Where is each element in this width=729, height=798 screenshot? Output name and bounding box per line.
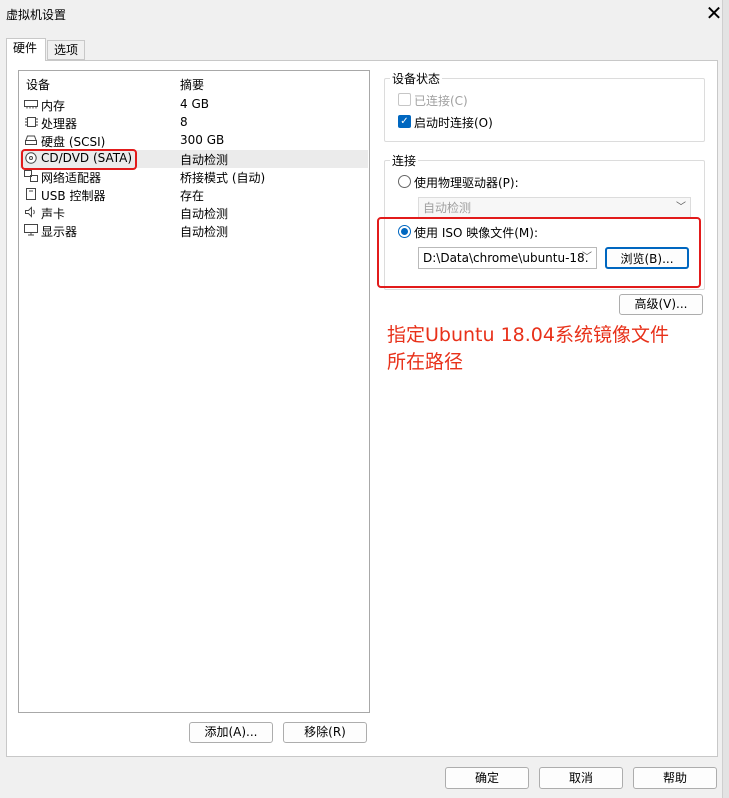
device-summary: 自动检测 bbox=[180, 225, 229, 239]
cd-dvd-icon bbox=[25, 152, 37, 164]
usb-icon bbox=[26, 188, 36, 200]
device-summary: 存在 bbox=[180, 189, 205, 203]
connected-checkbox[interactable] bbox=[398, 93, 411, 106]
ok-button[interactable]: 确定 bbox=[445, 767, 529, 789]
device-status-label: 设备状态 bbox=[390, 70, 443, 87]
device-row-cd-dvd[interactable]: CD/DVD (SATA) 自动检测 bbox=[20, 150, 368, 168]
iso-highlight-box bbox=[377, 217, 701, 288]
annotation-line-2: 所在路径 bbox=[387, 351, 464, 373]
device-summary: 自动检测 bbox=[180, 153, 229, 167]
column-summary[interactable]: 摘要 bbox=[180, 76, 204, 93]
device-summary: 自动检测 bbox=[180, 207, 229, 221]
connect-on-startup-label: 启动时连接(O) bbox=[414, 116, 493, 130]
cancel-button[interactable]: 取消 bbox=[539, 767, 623, 789]
network-adapter-icon bbox=[24, 170, 38, 182]
connection-label: 连接 bbox=[390, 152, 419, 169]
connected-label: 已连接(C) bbox=[414, 94, 468, 108]
device-name: 内存 bbox=[41, 99, 66, 113]
device-name: 声卡 bbox=[41, 207, 66, 221]
physical-drive-radio[interactable] bbox=[398, 175, 411, 188]
device-row-display[interactable]: 显示器 自动检测 bbox=[20, 222, 368, 240]
device-name: CD/DVD (SATA) bbox=[41, 151, 133, 165]
cpu-icon bbox=[25, 117, 38, 127]
physical-drive-value: 自动检测 bbox=[423, 201, 472, 215]
add-device-button[interactable]: 添加(A)... bbox=[189, 722, 273, 743]
physical-drive-label: 使用物理驱动器(P): bbox=[414, 176, 519, 190]
tab-hardware[interactable]: 硬件 bbox=[6, 38, 46, 61]
memory-icon bbox=[24, 100, 38, 109]
device-row-hard-disk[interactable]: 硬盘 (SCSI) 300 GB bbox=[20, 132, 368, 150]
device-row-processor[interactable]: 处理器 8 bbox=[20, 114, 368, 132]
physical-drive-select[interactable]: 自动检测 ﹀ bbox=[418, 197, 691, 219]
column-device[interactable]: 设备 bbox=[26, 76, 50, 93]
device-name: 网络适配器 bbox=[41, 171, 102, 185]
device-summary: 桥接模式 (自动) bbox=[180, 171, 266, 185]
chevron-down-icon: ﹀ bbox=[676, 202, 686, 213]
device-row-usb[interactable]: USB 控制器 存在 bbox=[20, 186, 368, 204]
device-name: 显示器 bbox=[41, 225, 78, 239]
title-bar bbox=[0, 0, 729, 30]
device-row-sound[interactable]: 声卡 自动检测 bbox=[20, 204, 368, 222]
connect-on-startup-checkbox[interactable]: ✓ bbox=[398, 115, 411, 128]
device-name: 处理器 bbox=[41, 117, 78, 131]
device-summary: 8 bbox=[180, 115, 188, 129]
device-name: 硬盘 (SCSI) bbox=[41, 135, 106, 149]
hard-disk-icon bbox=[25, 135, 37, 145]
remove-device-button[interactable]: 移除(R) bbox=[283, 722, 367, 743]
monitor-icon bbox=[24, 224, 38, 236]
advanced-button[interactable]: 高级(V)... bbox=[619, 294, 703, 315]
window-title: 虚拟机设置 bbox=[6, 8, 67, 22]
device-row-memory[interactable]: 内存 4 GB bbox=[20, 96, 368, 114]
annotation-text: 指定Ubuntu 18.04系统镜像文件 所在路径 bbox=[387, 322, 707, 376]
speaker-icon bbox=[25, 206, 35, 218]
help-button[interactable]: 帮助 bbox=[633, 767, 717, 789]
window-edge bbox=[722, 0, 729, 798]
device-name: USB 控制器 bbox=[41, 189, 106, 203]
device-summary: 300 GB bbox=[180, 133, 225, 147]
device-row-network-adapter[interactable]: 网络适配器 桥接模式 (自动) bbox=[20, 168, 368, 186]
device-status-group bbox=[384, 78, 705, 142]
tab-options[interactable]: 选项 bbox=[47, 40, 85, 60]
annotation-line-1: 指定Ubuntu 18.04系统镜像文件 bbox=[387, 324, 669, 346]
device-summary: 4 GB bbox=[180, 97, 209, 111]
